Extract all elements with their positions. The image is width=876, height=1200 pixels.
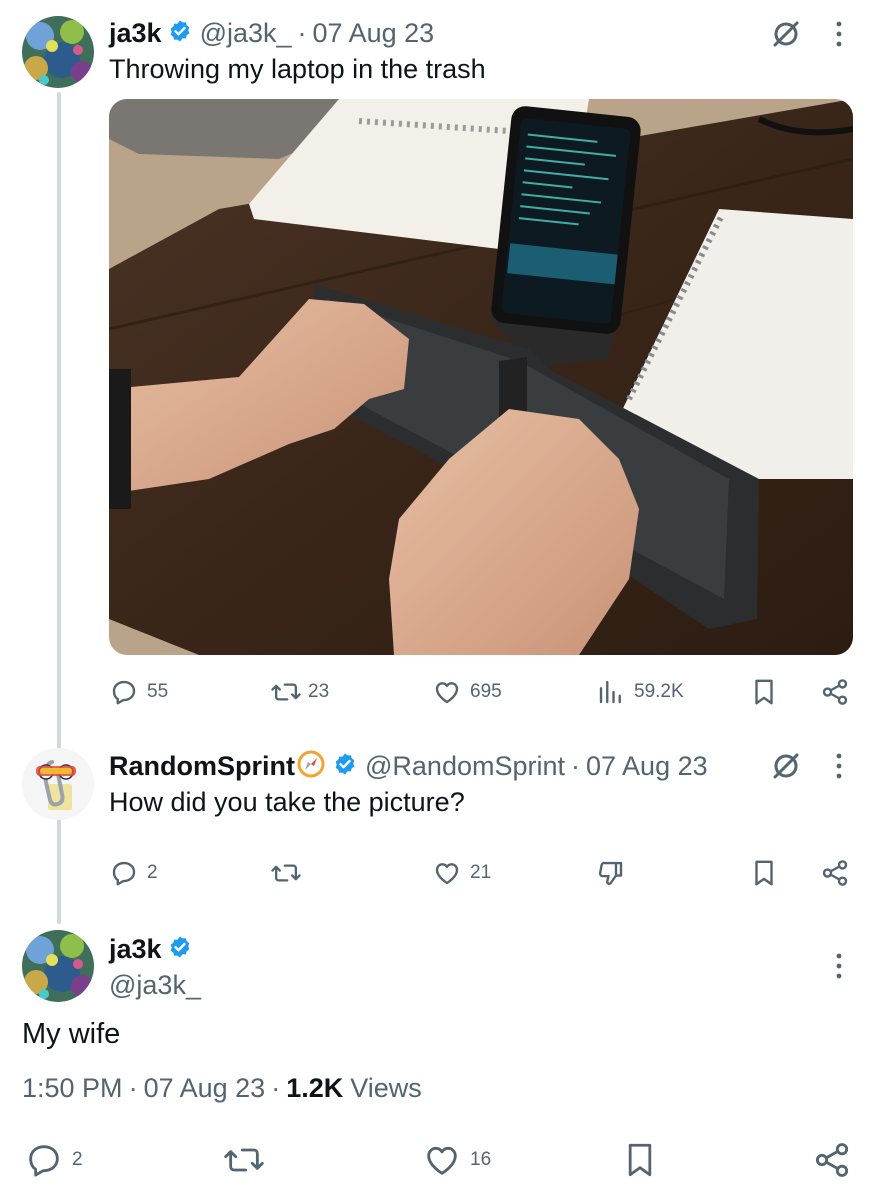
display-name[interactable]: ja3k	[109, 18, 162, 49]
tweet-photo[interactable]	[109, 99, 853, 655]
views-button[interactable]: 59.2K	[596, 677, 684, 707]
reply-icon	[24, 1140, 64, 1180]
like-count: 21	[470, 862, 492, 883]
tweet-date[interactable]: 07 Aug 23	[144, 1073, 266, 1104]
tweet-meta: 1:50 PM · 07 Aug 23 · 1.2K Views	[22, 1073, 422, 1104]
retweet-icon	[270, 677, 302, 707]
avatar-ja3k[interactable]	[22, 930, 94, 1002]
like-count: 16	[470, 1149, 492, 1170]
verified-badge-icon	[333, 752, 357, 781]
bookmark-icon[interactable]	[750, 858, 778, 888]
more-icon[interactable]	[832, 952, 846, 980]
share-icon[interactable]	[820, 677, 850, 707]
avatar-ja3k[interactable]	[22, 16, 94, 88]
separator: ·	[571, 750, 580, 781]
avatar-randomsprint[interactable]	[22, 748, 94, 820]
downvote-icon[interactable]	[596, 858, 626, 888]
handle[interactable]: @ja3k_	[200, 18, 292, 49]
meta-dot: ·	[128, 1073, 138, 1103]
bookmark-icon[interactable]	[750, 677, 778, 707]
share-icon[interactable]	[812, 1140, 852, 1180]
retweet-icon[interactable]	[222, 1140, 266, 1180]
more-icon[interactable]	[832, 752, 846, 780]
verified-badge-icon	[168, 19, 192, 48]
tweet-date[interactable]: 07 Aug 23	[313, 18, 435, 49]
views-count: 59.2K	[634, 681, 684, 702]
reply-icon	[109, 858, 139, 888]
reply-button[interactable]: 2	[24, 1140, 83, 1180]
tweet-text: How did you take the picture?	[109, 787, 465, 817]
views-count: 1.2K	[286, 1073, 344, 1103]
like-button[interactable]: 16	[422, 1140, 491, 1180]
display-name[interactable]: RandomSprint	[109, 751, 295, 782]
compass-emoji-icon	[297, 750, 325, 783]
meta-dot: ·	[271, 1073, 281, 1103]
reply-count: 2	[147, 862, 158, 883]
tweet-text: Throwing my laptop in the trash	[109, 54, 486, 84]
grok-slash-icon[interactable]	[770, 18, 802, 50]
like-icon	[432, 858, 462, 888]
reply-button[interactable]: 55	[109, 677, 168, 707]
reply-button[interactable]: 2	[109, 858, 158, 888]
tweet-time[interactable]: 1:50 PM	[22, 1073, 123, 1104]
like-icon	[432, 677, 462, 707]
handle[interactable]: @RandomSprint	[365, 751, 565, 782]
reply-count: 55	[147, 681, 169, 702]
grok-slash-icon[interactable]	[770, 750, 802, 782]
reply-count: 2	[72, 1149, 83, 1170]
views-icon	[596, 677, 626, 707]
more-icon[interactable]	[832, 20, 846, 48]
bookmark-icon[interactable]	[622, 1140, 658, 1180]
retweet-button[interactable]: 23	[270, 677, 329, 707]
share-icon[interactable]	[820, 858, 850, 888]
retweet-count: 23	[308, 681, 330, 702]
reply-icon	[109, 677, 139, 707]
tweet-text: My wife	[22, 1018, 121, 1050]
views-label: Views	[350, 1073, 422, 1103]
like-count: 695	[470, 681, 502, 702]
handle[interactable]: @ja3k_	[109, 970, 201, 1001]
tweet-date[interactable]: 07 Aug 23	[586, 751, 708, 782]
like-icon	[422, 1140, 462, 1180]
retweet-icon[interactable]	[270, 858, 302, 888]
separator: ·	[297, 17, 307, 48]
like-button[interactable]: 695	[432, 677, 502, 707]
verified-badge-icon	[168, 935, 192, 964]
like-button[interactable]: 21	[432, 858, 491, 888]
display-name[interactable]: ja3k	[109, 934, 162, 965]
